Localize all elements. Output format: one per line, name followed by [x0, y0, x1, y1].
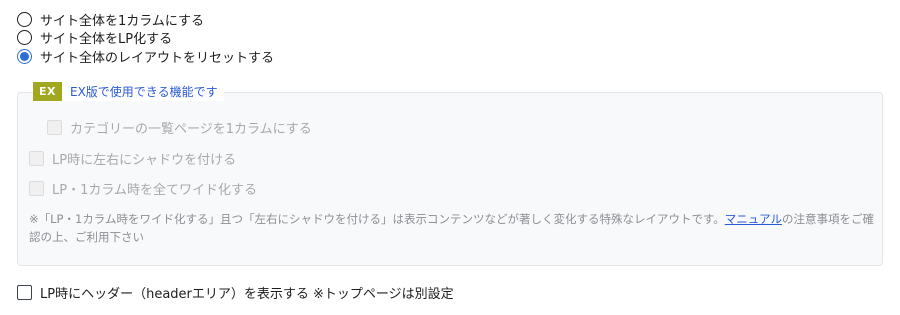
- radio-button[interactable]: [17, 29, 32, 45]
- checkbox-disabled[interactable]: [47, 119, 62, 135]
- note-text: ※「LP・1カラム時をワイド化する」且つ「左右にシャドウを付ける」は表示コンテン…: [29, 212, 725, 226]
- checkbox-disabled[interactable]: [29, 180, 44, 196]
- ex-badge: EX: [33, 82, 62, 101]
- checkbox-option-wide[interactable]: LP・1カラム時を全てワイド化する: [29, 179, 257, 198]
- radio-label: サイト全体をLP化する: [40, 31, 173, 47]
- manual-link[interactable]: マニュアル: [725, 212, 782, 226]
- checkbox-option-category-one-column[interactable]: カテゴリーの一覧ページを1カラムにする: [47, 118, 312, 137]
- radio-label: サイト全体のレイアウトをリセットする: [40, 50, 275, 66]
- radio-option-lp[interactable]: サイト全体をLP化する: [17, 28, 173, 47]
- ex-note: ※「LP・1カラム時をワイド化する」且つ「左右にシャドウを付ける」は表示コンテン…: [29, 210, 874, 246]
- checkbox-label: LP時にヘッダー（headerエリア）を表示する ※トップページは別設定: [40, 283, 454, 302]
- header-option-label: LP時にヘッダー（headerエリア）を表示する: [40, 286, 309, 302]
- checkbox-option-lp-header[interactable]: LP時にヘッダー（headerエリア）を表示する ※トップページは別設定: [17, 283, 454, 302]
- checkbox-label: LP・1カラム時を全てワイド化する: [52, 182, 257, 198]
- radio-button-selected[interactable]: [17, 48, 32, 64]
- ex-feature-title: EX版で使用できる機能です: [70, 85, 218, 99]
- checkbox-option-lp-shadow[interactable]: LP時に左右にシャドウを付ける: [29, 149, 237, 168]
- radio-option-reset[interactable]: サイト全体のレイアウトをリセットする: [17, 47, 275, 66]
- checkbox-label: カテゴリーの一覧ページを1カラムにする: [70, 121, 312, 137]
- checkbox-disabled[interactable]: [29, 150, 44, 166]
- ex-feature-header: EX EX版で使用できる機能です: [33, 82, 224, 101]
- radio-label: サイト全体を1カラムにする: [40, 13, 205, 29]
- radio-option-one-column[interactable]: サイト全体を1カラムにする: [17, 10, 205, 29]
- checkbox-label: LP時に左右にシャドウを付ける: [52, 152, 237, 168]
- radio-button[interactable]: [17, 11, 32, 27]
- header-option-suffix: ※トップページは別設定: [313, 286, 454, 302]
- checkbox[interactable]: [17, 284, 32, 300]
